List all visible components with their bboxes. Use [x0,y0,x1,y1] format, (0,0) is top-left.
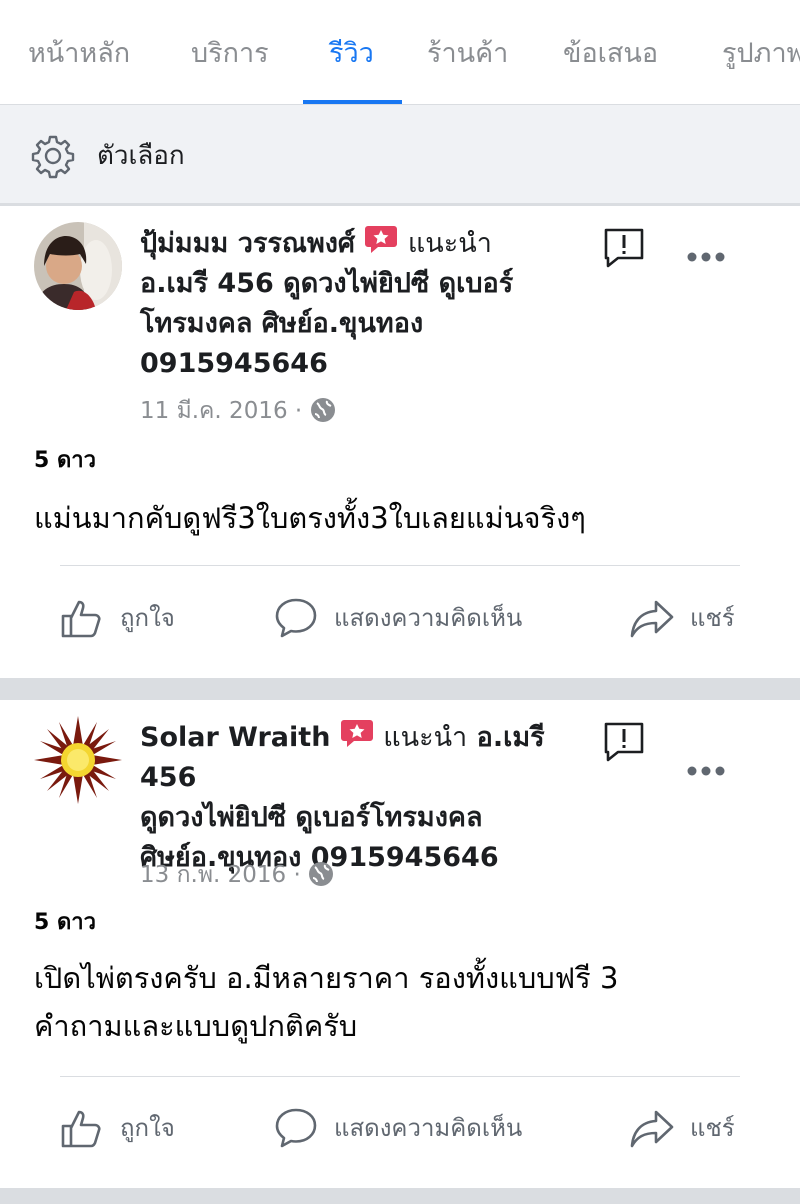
avatar[interactable] [34,222,122,310]
tab-shop[interactable]: ร้านค้า [427,30,508,78]
author-name[interactable]: ปุ้ม่มมม วรรณพงศ์ [140,228,355,259]
tab-home[interactable]: หน้าหลัก [28,30,130,78]
share-icon [630,600,674,638]
gear-icon [31,135,75,179]
globe-icon [310,398,335,422]
recommend-badge-icon [340,720,373,747]
report-icon[interactable] [602,226,646,270]
like-label: ถูกใจ [120,1114,175,1142]
tab-photos[interactable]: รูปภาพ [722,30,800,78]
thumbs-up-icon [61,1110,101,1148]
options-bar[interactable]: ตัวเลือก [0,105,800,204]
share-label: แชร์ [690,1114,735,1142]
tab-bar: หน้าหลัก บริการ รีวิว ร้านค้า ข้อเสนอ รู… [0,0,800,104]
recommends-label: แนะนำ [383,722,468,753]
globe-icon [309,862,334,886]
share-icon [630,1110,674,1148]
rating-label: 5 ดาว [34,910,96,935]
divider [60,1076,740,1077]
page-name[interactable]: 0915945646 [140,348,328,379]
more-options-icon[interactable] [686,764,726,778]
review-date: 13 ก.พ. 2016 · [140,860,334,890]
divider [60,565,740,566]
review-date: 11 มี.ค. 2016 · [140,396,336,426]
comment-button[interactable]: แสดงความคิดเห็น [274,1106,522,1150]
comment-icon [275,1108,317,1148]
comment-button[interactable]: แสดงความคิดเห็น [274,596,522,640]
comment-icon [275,598,317,638]
review-header: ปุ้ม่มมม วรรณพงศ์ แนะนำ อ.เมรี 456 ดูดวง… [140,224,600,384]
review-card: ปุ้ม่มมม วรรณพงศ์ แนะนำ อ.เมรี 456 ดูดวง… [0,206,800,678]
review-card: Solar Wraith แนะนำ อ.เมรี 456 ดูดวงไพ่ยิ… [0,700,800,1188]
like-label: ถูกใจ [120,604,175,632]
avatar[interactable] [34,716,122,804]
page-name[interactable]: ดูดวงไพ่ยิปซี ดูเบอร์โทรมงคล [140,802,482,833]
more-options-icon[interactable] [686,250,726,264]
review-header: Solar Wraith แนะนำ อ.เมรี 456 ดูดวงไพ่ยิ… [140,718,600,878]
rating-label: 5 ดาว [34,448,96,473]
like-button[interactable]: ถูกใจ [60,596,175,640]
report-icon[interactable] [602,720,646,764]
tab-services[interactable]: บริการ [191,30,269,78]
options-label: ตัวเลือก [97,141,185,171]
share-label: แชร์ [690,604,735,632]
tab-reviews[interactable]: รีวิว [329,30,374,78]
review-text: เปิดไพ่ตรงครับ อ.มีหลายราคา รองทั้งแบบฟร… [34,961,619,1043]
comment-label: แสดงความคิดเห็น [334,1114,523,1142]
page-name[interactable]: อ.เมรี 456 ดูดวงไพ่ยิปซี ดูเบอร์ [140,268,513,299]
author-name[interactable]: Solar Wraith [140,722,330,753]
share-button[interactable]: แชร์ [630,596,735,640]
tab-offers[interactable]: ข้อเสนอ [563,30,658,78]
review-text: แม่นมากคับดูฟรี3ใบตรงทั้ง3ใบเลยแม่นจริงๆ [34,501,586,535]
share-button[interactable]: แชร์ [630,1106,735,1150]
recommend-badge-icon [365,226,398,253]
recommends-label: แนะนำ [407,228,492,259]
thumbs-up-icon [61,600,101,638]
page-name[interactable]: โทรมงคล ศิษย์อ.ขุนทอง [140,308,423,339]
active-tab-indicator [303,100,402,104]
comment-label: แสดงความคิดเห็น [334,604,523,632]
like-button[interactable]: ถูกใจ [60,1106,175,1150]
